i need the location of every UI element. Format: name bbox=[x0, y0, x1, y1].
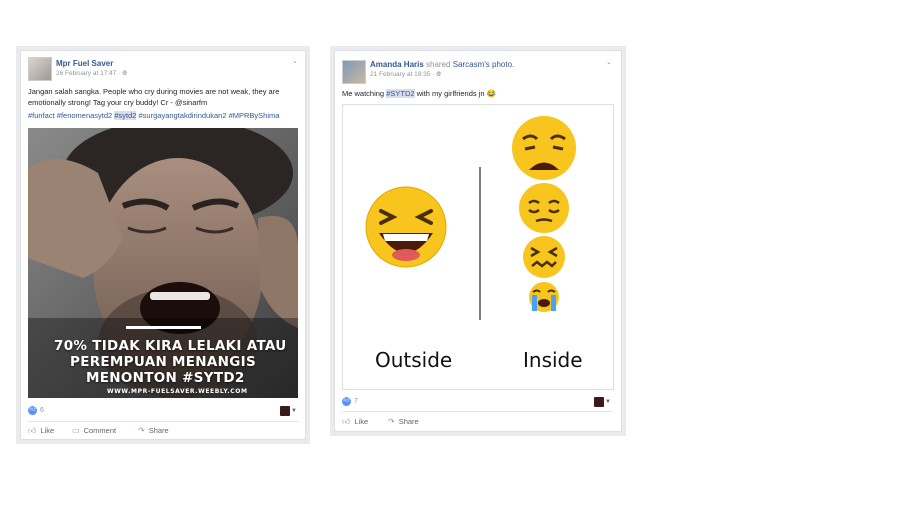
overlay-line-2: PEREMPUAN MENANGIS bbox=[70, 354, 256, 370]
like-button[interactable]: 👍︎ Like bbox=[342, 417, 368, 427]
share-label: Share bbox=[148, 426, 169, 435]
like-button[interactable]: 👍︎ Like bbox=[28, 426, 54, 436]
emoji-meme-graphic bbox=[365, 116, 576, 320]
post-text-end: with my girlfriends jn bbox=[414, 89, 487, 98]
like-label: Like bbox=[40, 426, 55, 435]
post-hashtags: #funfact #fenomenasytd2 #sytd2 #surgayan… bbox=[28, 111, 279, 120]
globe-icon: 🌐︎ bbox=[122, 70, 128, 77]
chevron-down-icon[interactable]: ⌄ bbox=[606, 58, 612, 66]
shared-text: shared bbox=[423, 60, 453, 69]
post-text: Me watching #SYTD2 with my girlfriends j… bbox=[342, 88, 496, 99]
meme-label-outside: Outside bbox=[375, 348, 453, 372]
post-text-start: Me watching bbox=[342, 89, 387, 98]
timestamp-text[interactable]: 26 February at 17:47 · bbox=[56, 70, 122, 77]
hashtag-link[interactable]: #funfact #fenomenasytd2 bbox=[28, 111, 114, 120]
divider bbox=[28, 421, 298, 422]
timestamp-text[interactable]: 21 February at 18:35 · bbox=[370, 71, 436, 78]
chevron-down-icon[interactable]: ⌄ bbox=[292, 57, 298, 65]
laughing-face-icon bbox=[365, 186, 447, 268]
overlay-line-3: MENONTON #SYTD2 bbox=[86, 370, 245, 386]
meme-photo[interactable]: Outside Inside bbox=[342, 104, 614, 390]
shared-source-link[interactable]: Sarcasm's photo. bbox=[453, 60, 515, 69]
author-name[interactable]: Amanda Haris bbox=[370, 60, 424, 69]
thumbs-up-icon: 👍︎ bbox=[28, 426, 37, 435]
weary-face-icon bbox=[512, 116, 576, 180]
overlay-url: WWW.MPR-FUELSAVER.WEEBLY.COM bbox=[107, 388, 248, 395]
laughing-emoji: 😂 bbox=[486, 89, 496, 98]
share-button[interactable]: ↷ Share bbox=[138, 426, 169, 435]
post-timestamp[interactable]: 21 February at 18:35 · 🌐︎ bbox=[370, 71, 441, 79]
globe-icon: 🌐︎ bbox=[436, 71, 442, 78]
caret-down-icon[interactable]: ▼ bbox=[291, 408, 297, 414]
post-author[interactable]: Amanda Haris shared Sarcasm's photo. bbox=[370, 60, 514, 69]
page-avatar[interactable] bbox=[28, 57, 52, 81]
crying-face-icon bbox=[529, 282, 559, 312]
share-icon: ↷ bbox=[388, 417, 395, 426]
post-text: Jangan salah sangka. People who cry duri… bbox=[28, 87, 280, 107]
page-voice-icon[interactable] bbox=[280, 406, 290, 416]
hashtag-link[interactable]: #surgayangtakdirindukan2 #MPRByShima bbox=[136, 111, 280, 120]
reaction-count[interactable]: 7 bbox=[354, 398, 358, 405]
hashtag-highlighted[interactable]: #SYTD2 bbox=[386, 89, 415, 98]
share-icon: ↷ bbox=[138, 426, 145, 435]
comment-label: Comment bbox=[83, 426, 117, 435]
share-label: Share bbox=[398, 417, 419, 426]
comment-icon: ▭ bbox=[72, 426, 80, 435]
post-timestamp[interactable]: 26 February at 17:47 · 🌐︎ bbox=[56, 70, 127, 78]
meme-label-inside: Inside bbox=[523, 348, 583, 372]
like-reaction-icon[interactable]: 👍︎ bbox=[28, 406, 37, 415]
comment-button[interactable]: ▭ Comment bbox=[72, 426, 116, 435]
reaction-count[interactable]: 6 bbox=[40, 407, 44, 414]
post-author[interactable]: Mpr Fuel Saver bbox=[56, 59, 113, 68]
caret-down-icon[interactable]: ▼ bbox=[605, 399, 611, 405]
overlay-line-1: 70% TIDAK KIRA LELAKI ATAU bbox=[54, 338, 287, 354]
confounded-face-icon bbox=[523, 236, 565, 278]
pensive-face-icon bbox=[519, 183, 569, 233]
post-photo[interactable]: 70% TIDAK KIRA LELAKI ATAU PEREMPUAN MEN… bbox=[28, 128, 298, 398]
divider bbox=[342, 411, 612, 412]
like-reaction-icon[interactable]: 👍︎ bbox=[342, 397, 351, 406]
user-avatar[interactable] bbox=[342, 60, 366, 84]
like-label: Like bbox=[354, 417, 369, 426]
page-voice-icon[interactable] bbox=[594, 397, 604, 407]
hashtag-highlighted[interactable]: #sytd2 bbox=[114, 111, 137, 120]
thumbs-up-icon: 👍︎ bbox=[342, 417, 351, 426]
share-button[interactable]: ↷ Share bbox=[388, 417, 419, 426]
